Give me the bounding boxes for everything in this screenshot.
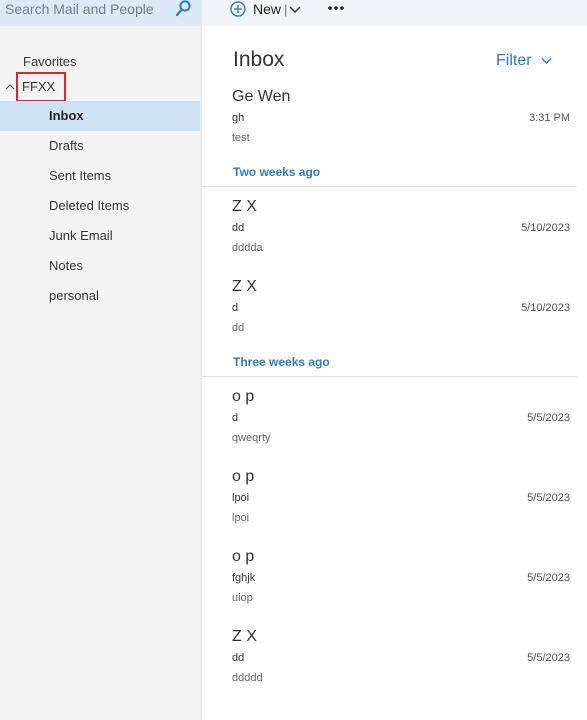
message-sender: o p (232, 548, 255, 565)
search-input[interactable] (0, 0, 170, 17)
message-preview: test (232, 132, 250, 144)
message-preview: uiop (232, 592, 253, 604)
message-sender: Z X (232, 628, 257, 645)
top-bar: New | (0, 0, 587, 26)
message-sender: Ge Wen (232, 88, 291, 105)
favorites-header[interactable]: Favorites (23, 54, 76, 69)
message-subject: dd (232, 652, 245, 664)
message-subject: fghjk (232, 572, 256, 584)
folder-personal[interactable]: personal (0, 281, 200, 311)
filter-label: Filter (496, 52, 532, 69)
group-header-three-weeks-ago: Three weeks ago (202, 355, 577, 377)
message-subject: dd (232, 222, 245, 234)
message-subject: d (232, 412, 239, 424)
message-list: Inbox Filter Ge Wen gh test 3:31 PM Two … (202, 26, 587, 720)
new-button[interactable]: New | (230, 0, 301, 18)
message-preview: dddda (232, 242, 263, 254)
message-preview: lpoi (232, 512, 250, 524)
search-icon[interactable] (174, 0, 194, 18)
message-sender: o p (232, 468, 255, 485)
chevron-down-icon[interactable] (289, 4, 301, 14)
group-header-two-weeks-ago: Two weeks ago (202, 165, 577, 187)
message-item[interactable]: Z X d dd 5/10/2023 (202, 278, 577, 356)
more-options-icon[interactable] (326, 0, 346, 16)
folder-drafts[interactable]: Drafts (0, 131, 200, 161)
message-preview: ddddd (232, 672, 263, 684)
message-date: 3:31 PM (529, 112, 570, 124)
message-item[interactable]: o p d qweqrty 5/5/2023 (202, 388, 577, 466)
group-label: Three weeks ago (233, 355, 330, 369)
message-sender: Z X (232, 198, 257, 215)
chevron-down-icon (541, 57, 552, 65)
message-date: 5/5/2023 (527, 492, 570, 504)
message-item[interactable]: Z X dd ddddd 5/5/2023 (202, 628, 577, 706)
folder-pane: Favorites FFXX Inbox Drafts Sent Items D… (0, 26, 202, 720)
search-box (0, 0, 202, 26)
message-preview: qweqrty (232, 432, 271, 444)
highlight-annotation-box (16, 72, 66, 102)
new-button-label: New (253, 1, 282, 17)
folder-junk-email[interactable]: Junk Email (0, 221, 200, 251)
message-sender: Z X (232, 278, 257, 295)
message-item[interactable]: o p fghjk uiop 5/5/2023 (202, 548, 577, 626)
message-date: 5/5/2023 (527, 412, 570, 424)
message-item[interactable]: Z X dd dddda 5/10/2023 (202, 198, 577, 276)
message-sender: o p (232, 388, 255, 405)
message-date: 5/5/2023 (527, 572, 570, 584)
filter-button[interactable]: Filter (496, 52, 552, 70)
message-subject: d (232, 302, 239, 314)
folder-deleted-items[interactable]: Deleted Items (0, 191, 200, 221)
toolbar: New | (202, 0, 587, 26)
message-date: 5/5/2023 (527, 652, 570, 664)
new-separator: | (284, 1, 288, 17)
message-item[interactable]: o p lpoi lpoi 5/5/2023 (202, 468, 577, 546)
folder-inbox[interactable]: Inbox (0, 101, 200, 131)
message-date: 5/10/2023 (521, 302, 570, 314)
folder-sent-items[interactable]: Sent Items (0, 161, 200, 191)
plus-circle-icon (230, 1, 246, 17)
group-label: Two weeks ago (233, 165, 321, 179)
message-item[interactable]: Ge Wen gh test 3:31 PM (202, 88, 577, 166)
message-date: 5/10/2023 (521, 222, 570, 234)
message-subject: gh (232, 112, 245, 124)
message-preview: dd (232, 322, 245, 334)
message-subject: lpoi (232, 492, 250, 504)
chevron-up-icon[interactable] (4, 81, 16, 93)
page-title: Inbox (233, 48, 285, 71)
folder-notes[interactable]: Notes (0, 251, 200, 281)
